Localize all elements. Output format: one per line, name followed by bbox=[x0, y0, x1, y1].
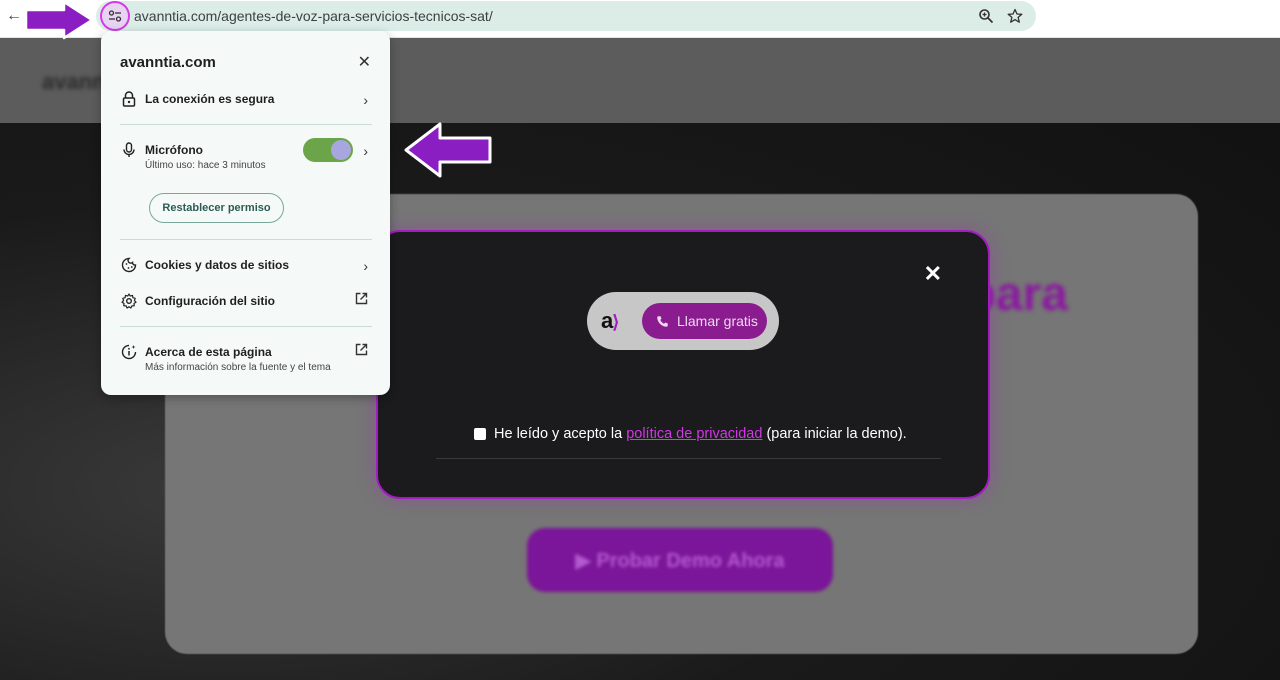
chevron-right-icon: › bbox=[363, 258, 368, 274]
back-arrow-icon[interactable]: ← bbox=[4, 6, 24, 26]
gear-icon bbox=[121, 293, 137, 309]
popup-divider bbox=[120, 124, 372, 125]
site-info-popup: avanntia.com ✕ La conexión es segura › M… bbox=[101, 31, 390, 395]
popup-divider bbox=[120, 239, 372, 240]
tune-icon bbox=[108, 10, 122, 22]
popup-divider bbox=[120, 326, 372, 327]
privacy-policy-link[interactable]: política de privacidad bbox=[626, 426, 762, 442]
microphone-toggle[interactable] bbox=[303, 138, 353, 162]
privacy-checkbox[interactable] bbox=[474, 428, 486, 440]
open-external-icon bbox=[355, 292, 368, 308]
voice-widget: a⟩ Llamar gratis bbox=[587, 292, 779, 350]
lock-icon bbox=[121, 91, 137, 107]
site-info-button[interactable] bbox=[102, 3, 128, 29]
zoom-icon[interactable] bbox=[976, 6, 996, 26]
address-bar[interactable]: avanntia.com/agentes-de-voz-para-servici… bbox=[96, 1, 1036, 31]
modal-close-icon[interactable]: ✕ bbox=[924, 263, 942, 285]
privacy-consent: He leído y acepto la política de privaci… bbox=[474, 426, 907, 442]
cookies-row[interactable]: Cookies y datos de sitios › bbox=[101, 251, 390, 281]
about-page-row[interactable]: Acerca de esta página Más información so… bbox=[101, 338, 390, 378]
chevron-right-icon: › bbox=[363, 92, 368, 108]
site-settings-row[interactable]: Configuración del sitio bbox=[101, 287, 390, 317]
modal-divider bbox=[436, 458, 941, 459]
try-demo-button: ▶ Probar Demo Ahora bbox=[527, 528, 833, 592]
toggle-knob bbox=[331, 140, 351, 160]
phone-icon bbox=[657, 315, 668, 327]
call-free-button[interactable]: Llamar gratis bbox=[642, 303, 767, 339]
popup-domain: avanntia.com bbox=[120, 54, 216, 71]
popup-close-icon[interactable]: ✕ bbox=[358, 52, 371, 72]
annotation-arrow-right-icon bbox=[24, 0, 94, 40]
avanntia-logo-icon: a⟩ bbox=[601, 308, 619, 333]
microphone-icon bbox=[121, 142, 137, 158]
consent-text: He leído y acepto la política de privaci… bbox=[494, 426, 907, 442]
reset-permission-button[interactable]: Restablecer permiso bbox=[149, 193, 284, 223]
demo-modal: ✕ a⟩ Llamar gratis He leído y acepto la … bbox=[376, 230, 990, 499]
call-free-label: Llamar gratis bbox=[677, 313, 758, 329]
url-text[interactable]: avanntia.com/agentes-de-voz-para-servici… bbox=[134, 8, 493, 24]
annotation-arrow-left-icon bbox=[404, 122, 492, 178]
open-external-icon bbox=[355, 343, 368, 359]
chevron-right-icon: › bbox=[363, 143, 368, 159]
info-icon bbox=[121, 344, 137, 360]
cookie-icon bbox=[121, 257, 137, 273]
connection-secure-row[interactable]: La conexión es segura › bbox=[101, 85, 390, 115]
bookmark-star-icon[interactable] bbox=[1005, 6, 1025, 26]
